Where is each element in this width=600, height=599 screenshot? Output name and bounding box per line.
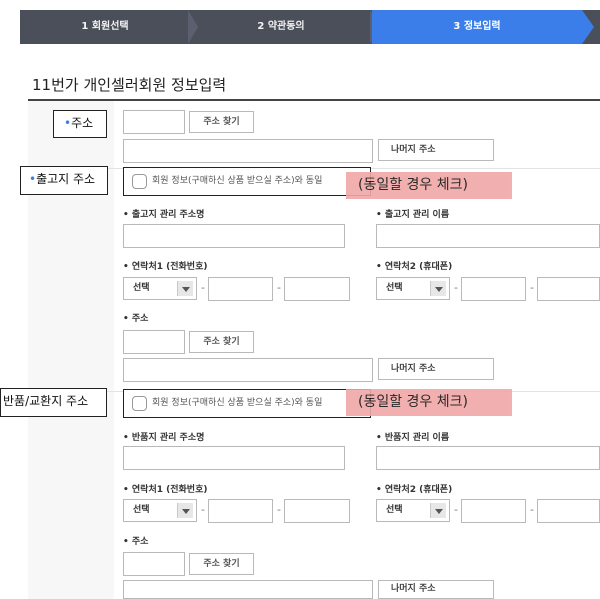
shipping-manager-label: • 출고지 관리 이름	[376, 210, 450, 220]
return-phone1-label: • 연락처1 (전화번호)	[123, 485, 208, 495]
select-value: 선택	[133, 505, 150, 515]
dash-separator: -	[454, 281, 458, 294]
shipping-phone1-mid-input[interactable]	[208, 277, 273, 301]
shipping-phone2-prefix-select[interactable]: 선택	[376, 277, 450, 300]
select-value: 선택	[133, 283, 150, 293]
return-manager-input[interactable]	[376, 446, 600, 470]
zipcode-input[interactable]	[123, 110, 185, 134]
return-phone2-last-input[interactable]	[537, 499, 600, 523]
shipping-address-input[interactable]	[123, 358, 373, 382]
return-check-note: (동일할 경우 체크)	[346, 389, 512, 416]
shipping-manager-input[interactable]	[376, 224, 600, 248]
shipping-phone1-area-select[interactable]: 선택	[123, 277, 197, 300]
address-label-text: 주소	[71, 116, 94, 130]
address-detail-input[interactable]: 나머지 주소	[378, 139, 494, 161]
shipping-zipcode-input[interactable]	[123, 330, 185, 354]
return-address-label: 반품/교환지 주소	[0, 388, 107, 417]
return-address-input[interactable]	[123, 580, 373, 599]
shipping-same-checkbox-label: 회원 정보(구매하신 상품 받으실 주소)와 동일	[152, 176, 323, 186]
shipping-phone2-last-input[interactable]	[537, 277, 600, 301]
return-phone2-prefix-select[interactable]: 선택	[376, 499, 450, 522]
return-find-address-button[interactable]: 주소 찾기	[189, 553, 254, 575]
shipping-address-sublabel: • 주소	[123, 314, 149, 324]
checkbox-icon[interactable]	[132, 396, 147, 411]
return-manager-label: • 반품지 관리 이름	[376, 433, 450, 443]
checkbox-icon[interactable]	[132, 174, 147, 189]
return-name-label: • 반품지 관리 주소명	[123, 433, 205, 443]
shipping-name-label: • 출고지 관리 주소명	[123, 210, 205, 220]
return-phone1-last-input[interactable]	[284, 499, 350, 523]
shipping-phone1-last-input[interactable]	[284, 277, 350, 301]
find-address-button[interactable]: 주소 찾기	[189, 111, 254, 133]
address-label: •주소	[53, 110, 107, 138]
chevron-down-icon[interactable]	[177, 281, 193, 296]
select-value: 선택	[386, 505, 403, 515]
step-terms-agree: 2 약관동의	[257, 21, 305, 32]
shipping-phone2-label: • 연락처2 (휴대폰)	[376, 262, 453, 272]
return-same-checkbox-row[interactable]: 회원 정보(구매하신 상품 받으실 주소)와 동일	[123, 389, 371, 418]
dash-separator: -	[201, 281, 205, 294]
return-zipcode-input[interactable]	[123, 552, 185, 576]
return-address-detail-input[interactable]: 나머지 주소	[378, 580, 494, 599]
address-input[interactable]	[123, 139, 373, 163]
dash-separator: -	[277, 503, 281, 516]
shipping-address-label: •출고지 주소	[20, 166, 108, 195]
dash-separator: -	[454, 503, 458, 516]
return-address-sublabel: • 주소	[123, 537, 149, 547]
chevron-down-icon[interactable]	[430, 281, 446, 296]
shipping-address-detail-input[interactable]: 나머지 주소	[378, 358, 494, 380]
dash-separator: -	[277, 281, 281, 294]
return-name-input[interactable]	[123, 446, 345, 470]
select-value: 선택	[386, 283, 403, 293]
step-member-select: 1 회원선택	[81, 21, 129, 32]
step-arrow	[582, 10, 594, 44]
chevron-down-icon[interactable]	[430, 503, 446, 518]
signup-steps: 1 회원선택 2 약관동의 3 정보입력	[20, 10, 600, 44]
chevron-down-icon[interactable]	[177, 503, 193, 518]
shipping-check-note: (동일할 경우 체크)	[346, 172, 512, 199]
step-info-entry-active: 3 정보입력	[372, 10, 582, 44]
shipping-same-checkbox-row[interactable]: 회원 정보(구매하신 상품 받으실 주소)와 동일	[123, 167, 371, 196]
return-same-checkbox-label: 회원 정보(구매하신 상품 받으실 주소)와 동일	[152, 398, 323, 408]
dash-separator: -	[201, 503, 205, 516]
return-phone2-mid-input[interactable]	[461, 499, 526, 523]
shipping-find-address-button[interactable]: 주소 찾기	[189, 331, 254, 353]
return-phone1-mid-input[interactable]	[208, 499, 273, 523]
shipping-phone1-label: • 연락처1 (전화번호)	[123, 262, 208, 272]
shipping-label-text: 출고지 주소	[36, 172, 96, 186]
dash-separator: -	[530, 281, 534, 294]
return-phone2-label: • 연락처2 (휴대폰)	[376, 485, 453, 495]
shipping-name-input[interactable]	[123, 224, 345, 248]
return-phone1-area-select[interactable]: 선택	[123, 499, 197, 522]
shipping-phone2-mid-input[interactable]	[461, 277, 526, 301]
dash-separator: -	[530, 503, 534, 516]
page-title: 11번가 개인셀러회원 정보입력	[32, 76, 227, 94]
